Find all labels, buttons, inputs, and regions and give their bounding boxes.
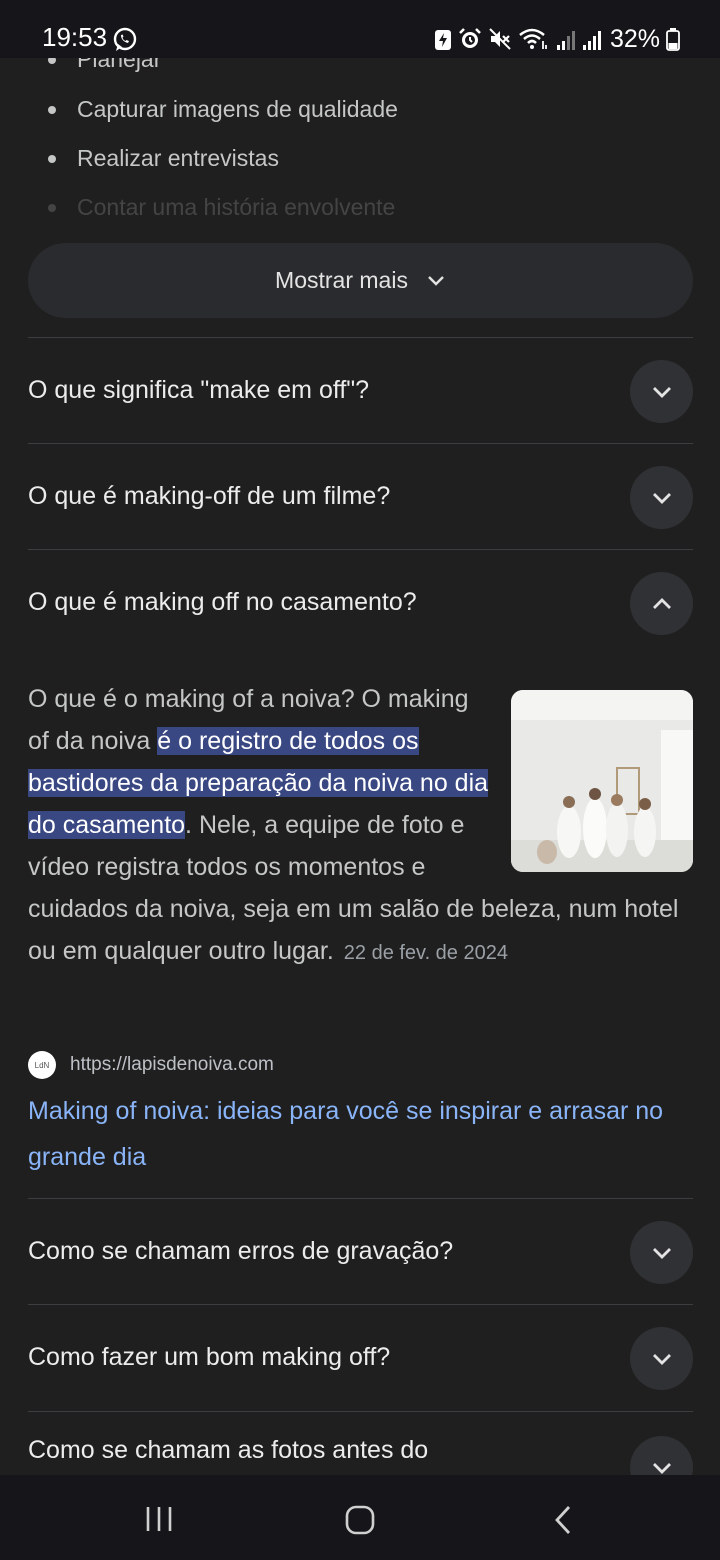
home-icon[interactable]	[345, 1505, 375, 1535]
alarm-icon	[459, 28, 481, 48]
expand-button[interactable]	[630, 1327, 693, 1390]
status-bar: 19:53 32%	[0, 0, 720, 58]
list-item: Contar uma história envolvente	[48, 194, 395, 221]
faq-question[interactable]: Como se chamam as fotos antes do casamen…	[28, 1428, 518, 1475]
faq-question[interactable]: Como se chamam erros de gravação?	[28, 1229, 608, 1273]
show-more-button[interactable]: Mostrar mais	[28, 243, 693, 318]
faq-question[interactable]: Como fazer um bom making off?	[28, 1335, 608, 1379]
chevron-down-icon	[428, 275, 444, 286]
chevron-down-icon	[652, 1353, 671, 1365]
divider	[28, 1411, 693, 1412]
status-time: 19:53	[42, 22, 108, 52]
battery-saver-icon	[434, 30, 451, 50]
chevron-down-icon	[652, 492, 671, 504]
list-item: Planejar	[48, 58, 161, 73]
expand-button[interactable]	[630, 360, 693, 423]
faq-question[interactable]: O que significa "make em off"?	[28, 368, 608, 412]
system-nav-bar	[0, 1475, 720, 1560]
chevron-down-icon	[652, 1462, 671, 1474]
divider	[28, 337, 693, 338]
answer-date: 22 de fev. de 2024	[343, 942, 508, 964]
wedding-photo-image	[511, 690, 693, 872]
expand-button[interactable]	[630, 1221, 693, 1284]
status-icons: 32%	[434, 22, 680, 56]
expand-button[interactable]	[630, 1436, 693, 1475]
faq-question[interactable]: O que é making off no casamento?	[28, 580, 608, 624]
faq-question[interactable]: O que é making-off de um filme?	[28, 474, 608, 518]
show-more-label: Mostrar mais	[275, 267, 408, 293]
whatsapp-icon	[113, 27, 137, 51]
mute-icon	[489, 28, 511, 50]
wifi-icon	[519, 28, 547, 49]
battery-icon	[666, 28, 680, 51]
signal-icon-2	[582, 31, 601, 50]
answer-thumbnail[interactable]	[511, 690, 693, 872]
chevron-up-icon	[652, 597, 671, 609]
collapse-button[interactable]	[630, 572, 693, 635]
divider	[28, 443, 693, 444]
chevron-down-icon	[652, 1247, 671, 1259]
signal-icon-1	[556, 31, 575, 50]
battery-level: 32%	[609, 24, 660, 53]
back-icon[interactable]	[552, 1505, 574, 1535]
source-url: https://lapisdenoiva.com	[70, 1054, 274, 1075]
recent-apps-icon[interactable]	[144, 1505, 174, 1533]
answer-snippet: O que é o making of a noiva? O making of…	[28, 678, 693, 974]
divider	[28, 1198, 693, 1199]
divider	[28, 1304, 693, 1305]
result-link[interactable]: Making of noiva: ideias para você se ins…	[28, 1088, 668, 1180]
list-item: Capturar imagens de qualidade	[48, 96, 398, 123]
expand-button[interactable]	[630, 466, 693, 529]
list-item: Realizar entrevistas	[48, 145, 279, 172]
site-favicon-icon: LdN	[28, 1051, 56, 1079]
chevron-down-icon	[652, 386, 671, 398]
search-results: Planejar Capturar imagens de qualidade R…	[0, 58, 720, 1475]
source-site[interactable]: LdN https://lapisdenoiva.com	[28, 1051, 274, 1079]
divider	[28, 549, 693, 550]
